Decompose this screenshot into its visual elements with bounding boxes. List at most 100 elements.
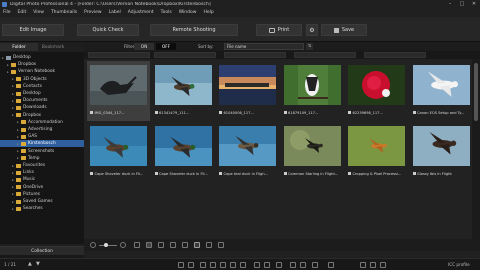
folder-tree-item[interactable]: ▸ Dropbox <box>0 112 84 119</box>
thumbnail-item[interactable]: Common Starling in Flight... <box>281 122 344 182</box>
thumbnail-image[interactable] <box>219 126 276 166</box>
menu-view[interactable]: View <box>33 10 44 15</box>
menu-label[interactable]: Label <box>109 10 121 15</box>
zoom-slider-handle[interactable] <box>104 243 108 247</box>
folder-tree-item[interactable]: ▸ Accommodation <box>0 119 84 126</box>
folder-tree-item[interactable]: ▸ Favourites <box>0 162 84 169</box>
tool-palette-icon[interactable] <box>380 262 386 268</box>
sort-icon[interactable] <box>328 262 334 268</box>
check-mark-2-icon[interactable] <box>210 262 216 268</box>
filter-field-5[interactable] <box>364 52 426 58</box>
thumbnail-image[interactable] <box>283 126 341 166</box>
thumbnail-image[interactable] <box>219 65 276 105</box>
view-medium-thumb-icon[interactable] <box>146 242 152 248</box>
folder-tree-item[interactable]: ▸ Saved Games <box>0 198 84 205</box>
menu-tools[interactable]: Tools <box>161 10 172 15</box>
recipe-copy-icon[interactable] <box>300 262 306 268</box>
folder-tree-item[interactable]: ▸ Links <box>0 169 84 176</box>
thumbnail-item[interactable]: Glossy Ibis in Flight <box>410 122 473 182</box>
thumbnail-image[interactable] <box>412 126 470 166</box>
rotate-left-icon[interactable] <box>178 262 184 268</box>
folder-tree-item[interactable]: ▸ Vernon Notebook <box>0 68 84 75</box>
thumbnail-item[interactable]: Canon EOS Setup and Ty... <box>410 61 473 121</box>
menu-thumbnails[interactable]: Thumbnails <box>51 10 77 15</box>
check-mark-5-icon[interactable] <box>240 262 246 268</box>
view-large-thumb-icon[interactable] <box>158 242 164 248</box>
zoom-out-icon[interactable] <box>90 242 96 248</box>
view-info-icon[interactable] <box>218 242 224 248</box>
thumbnail-image[interactable] <box>412 65 470 105</box>
quick-check-button[interactable]: Quick Check <box>77 24 139 36</box>
thumbnail-item[interactable]: 61040006_117... <box>216 61 279 121</box>
menu-help[interactable]: Help <box>203 10 213 15</box>
thumbnail-item[interactable]: 62239698_117... <box>345 61 408 121</box>
folder-tree-item[interactable]: ▸ OneDrive <box>0 184 84 191</box>
zoom-slider[interactable] <box>99 245 117 246</box>
tab-folder[interactable]: Folder <box>0 43 38 51</box>
menu-file[interactable]: File <box>3 10 11 15</box>
tab-bookmark[interactable]: Bookmark <box>38 43 68 51</box>
save-button[interactable]: Save <box>321 24 367 36</box>
clear-icon[interactable] <box>276 262 282 268</box>
remote-shooting-button[interactable]: Remote Shooting <box>150 24 238 36</box>
view-details-icon[interactable] <box>182 242 188 248</box>
folder-tree-item[interactable]: ▸ Temp <box>0 155 84 162</box>
sort-order-icon[interactable]: ⇅ <box>306 43 313 50</box>
menu-window[interactable]: Window <box>179 10 197 15</box>
view-small-thumb-icon[interactable] <box>134 242 140 248</box>
collection-header[interactable]: Collection <box>0 246 84 255</box>
folder-tree-item[interactable]: ▸ Music <box>0 176 84 183</box>
toolbar-settings-button[interactable]: ⚙ <box>306 24 318 36</box>
folder-tree-item[interactable]: ▸ Desktop <box>0 54 84 61</box>
filter-on-toggle[interactable]: ON <box>134 43 154 50</box>
view-preview-icon[interactable] <box>194 242 200 248</box>
histogram-icon[interactable] <box>370 262 376 268</box>
print-button[interactable]: Print <box>256 24 302 36</box>
filter-field-1[interactable] <box>88 52 150 58</box>
edit-image-button[interactable]: Edit Image <box>2 24 64 36</box>
check-mark-1-icon[interactable] <box>200 262 206 268</box>
check-mark-3-icon[interactable] <box>220 262 226 268</box>
folder-tree-item[interactable]: ▸ Kirstenbosch <box>0 140 84 148</box>
thumbnail-image[interactable] <box>154 65 212 105</box>
view-list-icon[interactable] <box>170 242 176 248</box>
menu-adjustment[interactable]: Adjustment <box>128 10 154 15</box>
filter-field-2[interactable] <box>154 52 216 58</box>
thumbnail-image[interactable] <box>283 65 341 105</box>
thumbnail-image[interactable] <box>348 126 405 166</box>
thumbnail-image[interactable] <box>90 65 147 105</box>
vertical-scrollbar[interactable] <box>472 59 480 239</box>
folder-tree-item[interactable]: ▸ Contacts <box>0 83 84 90</box>
folder-tree-item[interactable]: ▸ 3D Objects <box>0 76 84 83</box>
filter-field-4[interactable] <box>294 52 356 58</box>
thumbnail-item[interactable]: 61879109_117... <box>281 61 344 121</box>
thumbnail-image[interactable] <box>90 126 147 166</box>
folder-tree-item[interactable]: ▸ Advertising <box>0 126 84 133</box>
star-rating-icon[interactable] <box>254 262 260 268</box>
folder-tree-item[interactable]: ▸ Downloads <box>0 104 84 111</box>
folder-tree-item[interactable]: ▸ Dropbox <box>0 61 84 68</box>
folder-tree-item[interactable]: ▸ Documents <box>0 97 84 104</box>
thumbnail-item[interactable]: Cape Shoveler duck in Fli... <box>152 122 215 182</box>
close-button[interactable]: ✕ <box>468 1 480 7</box>
folder-tree-item[interactable]: ▸ Searches <box>0 205 84 212</box>
menu-edit[interactable]: Edit <box>18 10 27 15</box>
check-mark-4-icon[interactable] <box>230 262 236 268</box>
menu-preview[interactable]: Preview <box>84 10 102 15</box>
zoom-in-icon[interactable] <box>120 242 126 248</box>
recipe-paste-icon[interactable] <box>290 262 296 268</box>
triangle-up-icon[interactable]: ▲ <box>28 261 32 267</box>
info-icon[interactable] <box>360 262 366 268</box>
folder-tree-item[interactable]: ▸ Screenshots <box>0 148 84 155</box>
thumbnail-image[interactable] <box>154 126 212 166</box>
view-compare-icon[interactable] <box>206 242 212 248</box>
maximize-button[interactable]: □ <box>456 1 468 7</box>
sort-select[interactable]: File name <box>224 43 304 50</box>
rotate-right-icon[interactable] <box>188 262 194 268</box>
folder-tree-item[interactable]: ▸ Pictures <box>0 191 84 198</box>
filter-off-toggle[interactable]: OFF <box>156 43 176 50</box>
thumbnail-item[interactable]: Cropping & Pixel Processi... <box>345 122 408 182</box>
compare-icon[interactable] <box>312 262 318 268</box>
thumbnail-item[interactable]: 61341479_111... <box>152 61 215 121</box>
folder-tree-item[interactable]: ▸ GAS <box>0 133 84 140</box>
